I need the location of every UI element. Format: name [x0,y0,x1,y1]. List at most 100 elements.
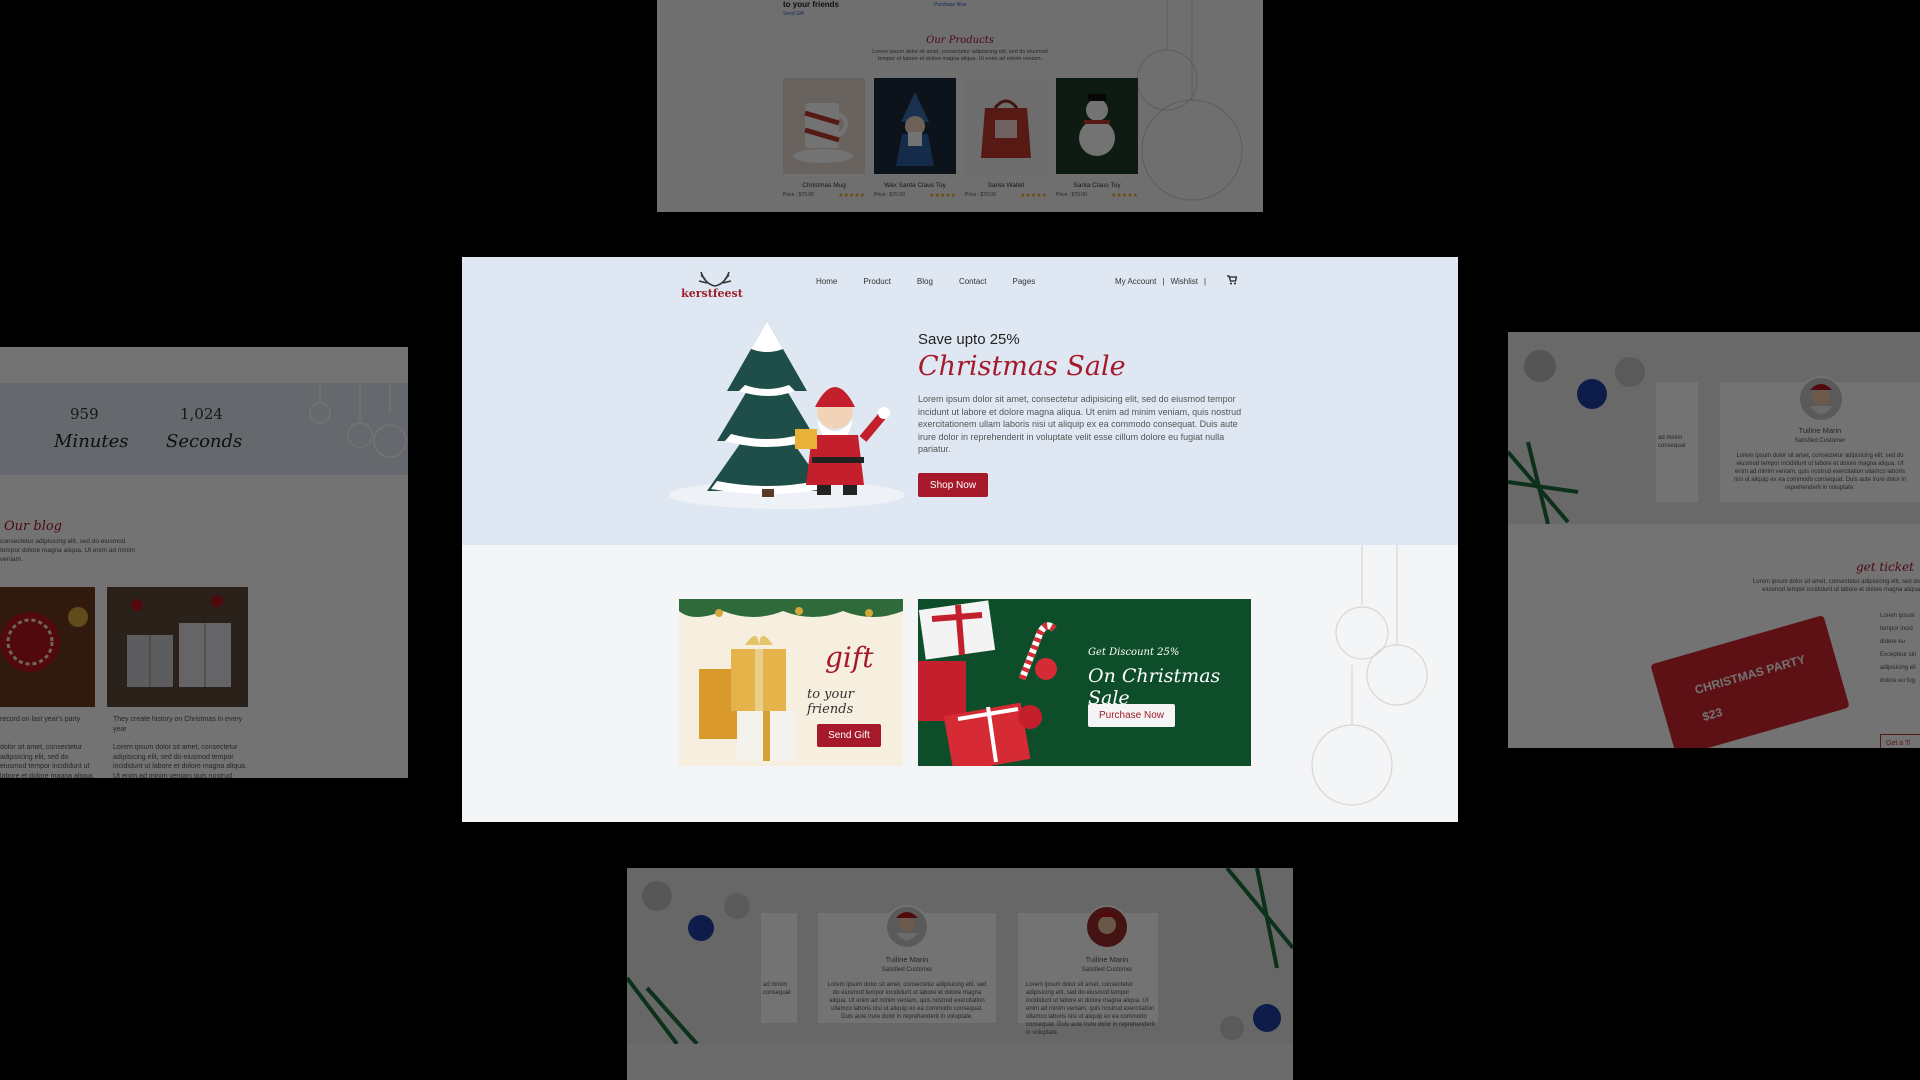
discount-kicker: Get Discount 25% [1088,647,1180,658]
gift-fragment: to your friends [783,0,840,9]
preview-blog: 959 Minutes 1,024 Seconds Our blog conse… [0,347,408,778]
testimonial-card: Tuiline Marin Satisfied Customer Lorem i… [818,905,996,1023]
shop-now-button[interactable]: Shop Now [918,473,988,497]
promo-section: gift to your friends Send Gift Get Disco… [462,545,1458,822]
nav-separator: | [1162,277,1165,286]
wishlist-link[interactable]: Wishlist [1170,277,1198,286]
rating-stars-icon: ★★★★★ [838,193,865,199]
ornament-sketch-icon [1311,545,1428,806]
testimonial-band: ad minim consequat Tuiline Marin Satisfi… [1508,332,1920,524]
rating-stars-icon: ★★★★★ [929,193,956,199]
cart-icon[interactable] [1227,275,1237,285]
seconds-value: 1,024 [180,405,223,423]
minutes-value: 959 [70,405,99,423]
testimonial-quote: Lorem ipsum dolor sit amet, consectetur … [1733,453,1907,491]
avatar [885,905,929,949]
blog-description: consectetur adipisicing elit, sed do eiu… [0,538,136,563]
products-title: Our Products [926,35,994,46]
site-logo[interactable]: kerstfeest [677,269,747,300]
nav-pages[interactable]: Pages [1013,277,1036,286]
avatar [1085,905,1129,949]
blog-gifts-image[interactable] [107,587,248,707]
send-gift-button[interactable]: Send Gift [817,724,881,747]
testimonial-role: Satisfied Customer [1081,967,1133,973]
testimonial-name: Tuiline Marin [1798,426,1842,435]
product-card[interactable]: Christmas Mug Price : $70.00 ★★★★★ [783,78,865,199]
ornament-sketch-icon [1136,0,1243,201]
discount-title: On Christmas Sale [1088,665,1221,709]
avatar [1798,376,1844,422]
testimonial-name: Tuiline Marin [1085,955,1129,964]
ticket-description: Lorem ipsum dolor sit amet, consectetur … [1752,579,1920,593]
testimonial-card: Tuiline Marin Satisfied Customer Lorem i… [1018,905,1158,1036]
nav-product[interactable]: Product [863,277,891,286]
send-gift-link[interactable]: Send Gift [783,11,804,17]
post-title[interactable]: They create history on Christmas in ever… [113,715,251,734]
product-card[interactable]: Santa Claus Toy Price : $70.00 ★★★★★ [1056,78,1138,199]
account-links: My Account | Wishlist | [1115,277,1206,286]
santa-figure-image [874,78,956,174]
testimonial-role: Satisfied Customer [1794,438,1846,444]
discount-promo-banner[interactable]: Get Discount 25% On Christmas Sale Purch… [918,599,1251,766]
get-ticket-button[interactable]: Get a Ti [1880,734,1920,748]
product-card[interactable]: Wax Santa Claus Toy Price : $70.00 ★★★★★ [874,78,956,199]
hero-section: kerstfeest Home Product Blog Contact Pag… [462,257,1458,545]
product-price: Price : $70.00 [783,192,814,198]
santa-tree-illustration [669,321,905,509]
product-name: Christmas Mug [802,182,846,189]
rating-stars-icon: ★★★★★ [1020,193,1047,199]
product-name: Santa Claus Toy [1073,182,1121,189]
snowman-image [1056,78,1138,174]
my-account-link[interactable]: My Account [1115,277,1156,286]
testimonial-role: Satisfied Customer [881,967,933,973]
product-price: Price : $70.00 [1056,192,1087,198]
nav-contact[interactable]: Contact [959,277,987,286]
post-excerpt: Lorem ipsum dolor sit amet, consectetur … [113,744,247,778]
product-name: Wax Santa Claus Toy [884,182,946,189]
testimonial-quote-partial: ad minim consequat [1658,435,1686,449]
post-excerpt: dolor sit amet, consectetur adipisicing … [0,744,95,778]
ticket-title: get ticket [1856,560,1914,574]
testimonial-card: Tuiline Marin Satisfied Customer Lorem i… [1720,376,1920,502]
antlers-icon [698,271,732,287]
nav-blog[interactable]: Blog [917,277,933,286]
gift-promo-banner[interactable]: gift to your friends Send Gift [679,599,903,766]
minutes-label: Minutes [54,431,129,452]
products-description: Lorem ipsum dolor sit amet, consectetur … [872,49,1048,62]
purchase-now-button[interactable]: Purchase Now [1088,704,1175,727]
testimonial-quote: Lorem ipsum dolor sit amet, consectetur … [1026,982,1155,1036]
gift-subtitle: to your friends [807,687,854,717]
hero-kicker: Save upto 25% [918,331,1020,348]
testimonial-quote-partial: ad minim consequat [763,982,791,996]
nav-home[interactable]: Home [816,277,837,286]
blog-ornament-image[interactable] [0,587,95,707]
preview-products: to your friends Send Gift Purchase Now O… [657,0,1263,212]
product-name: Santa Wallet [987,182,1025,189]
testimonial-card-partial: ad minim consequat [761,913,797,1023]
seconds-label: Seconds [166,431,243,452]
hero-description: Lorem ipsum dolor sit amet, consectetur … [918,394,1242,454]
ticket-side-text: Lorem ipsum tempor incid dolore eu Excep… [1880,613,1917,684]
purchase-link[interactable]: Purchase Now [934,2,967,8]
top-navbar: kerstfeest Home Product Blog Contact Pag… [462,257,1458,309]
rating-stars-icon: ★★★★★ [1111,193,1138,199]
hero-title: Christmas Sale [918,351,1126,382]
ticket-price: $23 [1700,704,1724,724]
product-price: Price : $70.00 [874,192,905,198]
testimonial-quote: Lorem ipsum dolor sit amet, consectetur … [827,982,987,1020]
ticket-label: CHRISTMAS PARTY [1693,652,1808,698]
product-price: Price : $70.00 [965,192,996,198]
hanging-ornaments-icon [309,383,407,458]
post-title[interactable]: record on last year's party [0,715,95,725]
product-card[interactable]: Santa Wallet Price : $70.00 ★★★★★ [965,78,1047,199]
main-nav: Home Product Blog Contact Pages [816,277,1035,286]
christmas-balls-icon [1508,350,1645,524]
main-page-preview: kerstfeest Home Product Blog Contact Pag… [462,257,1458,822]
wallet-image [965,78,1047,174]
nav-separator: | [1204,277,1207,286]
ticket-image: CHRISTMAS PARTY $23 [1650,615,1850,748]
preview-testimonials-ticket: ad minim consequat Tuiline Marin Satisfi… [1508,332,1920,748]
gift-title: gift [825,641,874,674]
countdown-band: 959 Minutes 1,024 Seconds [0,383,408,475]
testimonial-card-partial: ad minim consequat [1656,382,1698,502]
